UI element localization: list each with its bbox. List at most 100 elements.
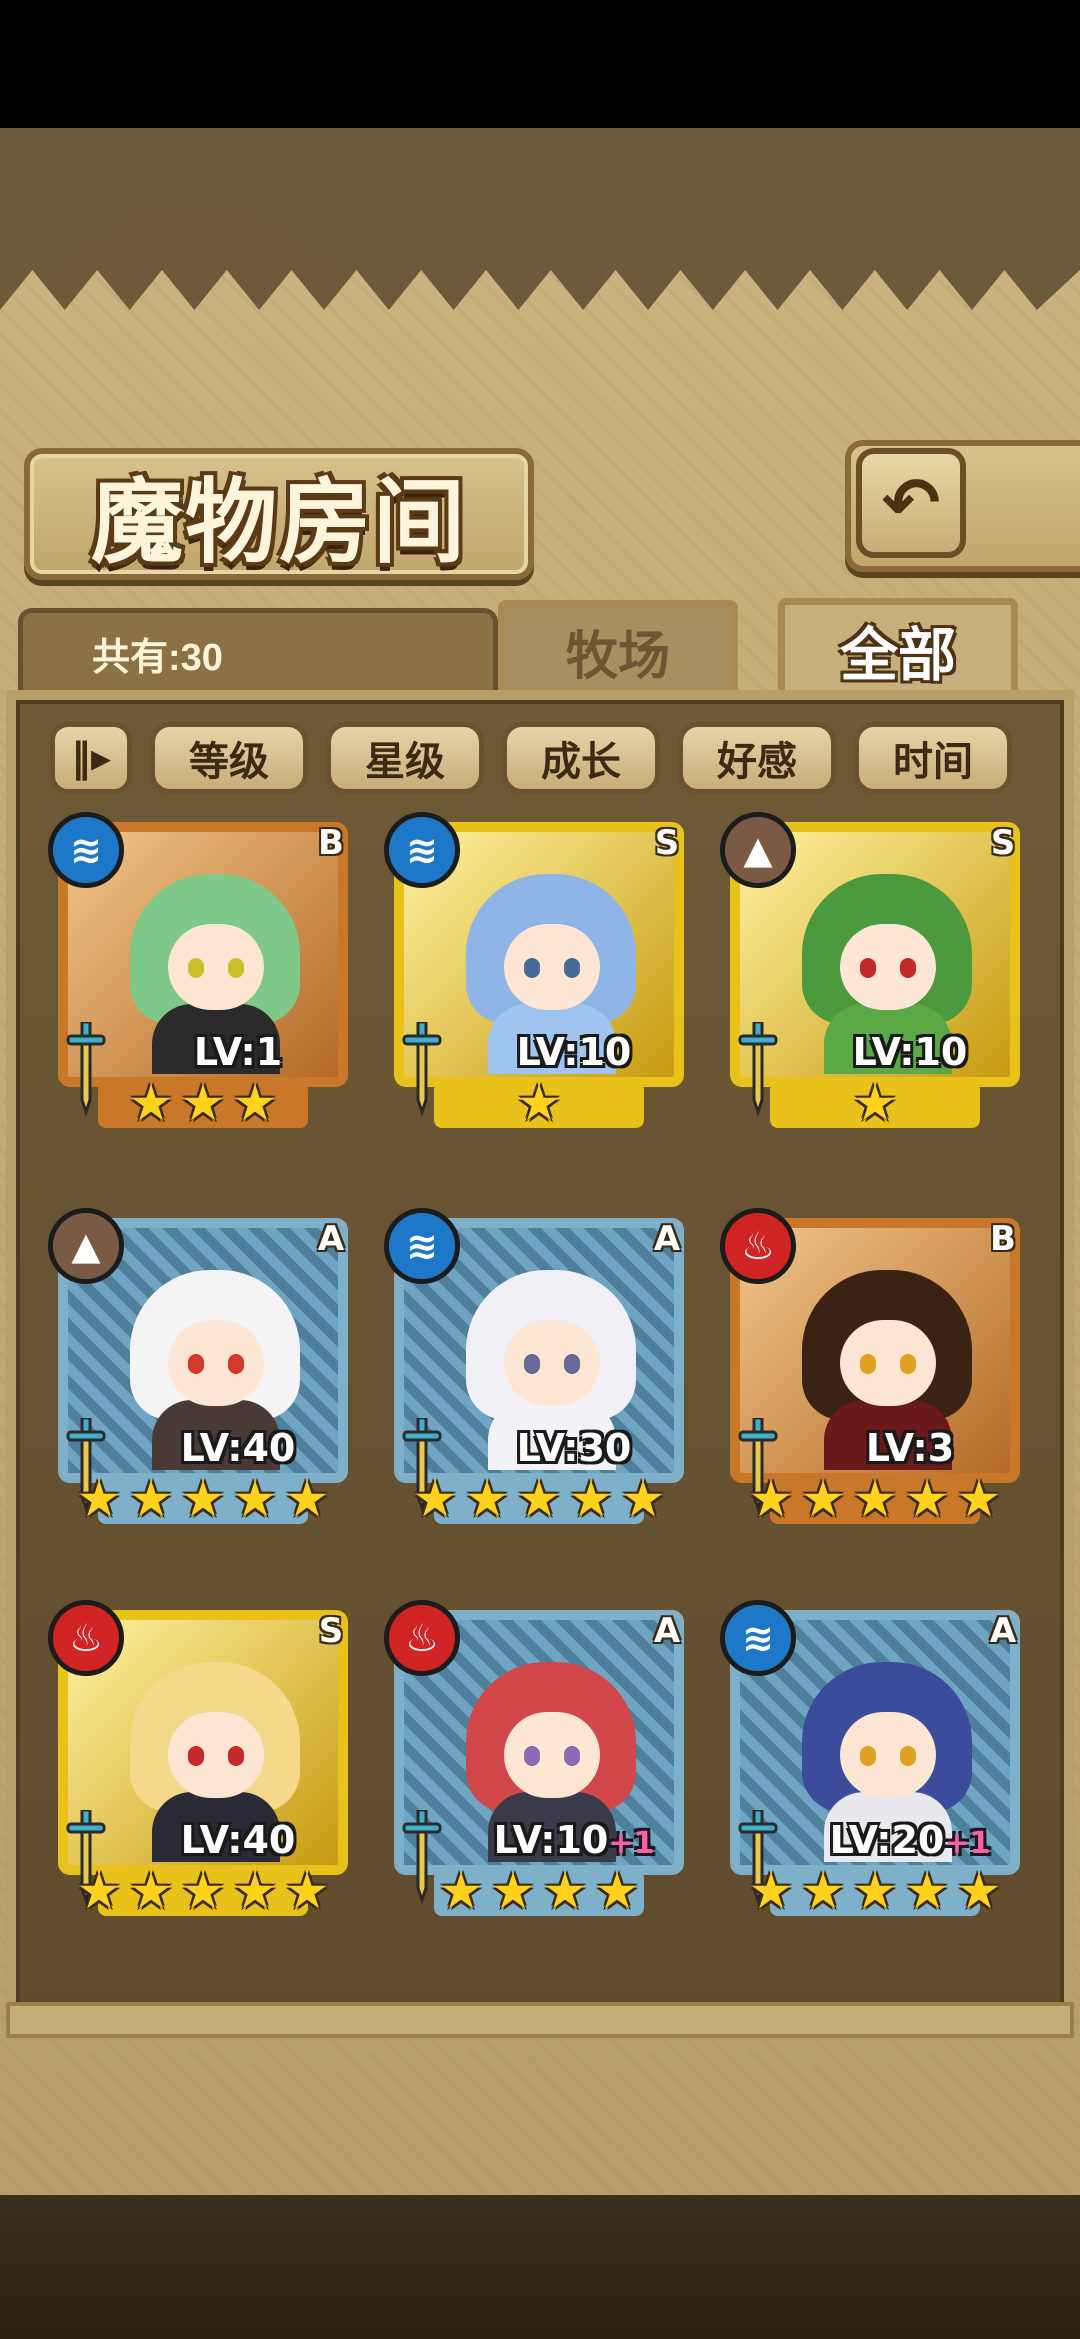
sort-affection-label: 好感 xyxy=(717,739,797,785)
portrait-face xyxy=(840,1712,936,1798)
monster-level: LV:40 xyxy=(138,1426,338,1470)
star-icon: ★ xyxy=(852,1862,898,1920)
sort-time-label: 时间 xyxy=(893,739,973,785)
star-icon: ★ xyxy=(76,1862,122,1920)
back-button[interactable]: ↶ xyxy=(856,448,966,558)
rank-badge: A xyxy=(989,1611,1017,1651)
level-bonus: +1 xyxy=(608,1826,655,1861)
monster-level: LV:10 xyxy=(474,1030,674,1074)
portrait-face xyxy=(168,1712,264,1798)
monster-level: LV:40 xyxy=(138,1818,338,1862)
star-icon: ★ xyxy=(180,1862,226,1920)
portrait-face xyxy=(168,924,264,1010)
sort-star-button[interactable]: 星级 xyxy=(326,722,484,794)
level-text: LV:40 xyxy=(180,1426,296,1470)
rank-badge: B xyxy=(990,1219,1016,1259)
star-icon: ★ xyxy=(800,1470,846,1528)
water-element-icon: ≋ xyxy=(384,812,460,888)
star-icon: ★ xyxy=(180,1074,226,1132)
star-icon: ★ xyxy=(852,1074,898,1132)
rank-badge: B xyxy=(318,823,344,863)
tab-ranch[interactable]: 牧场 xyxy=(498,600,738,696)
star-icon: ★ xyxy=(748,1470,794,1528)
star-icon: ★ xyxy=(594,1862,640,1920)
portrait-face xyxy=(840,924,936,1010)
level-text: LV:10 xyxy=(493,1818,609,1862)
fire-element-icon: ♨ xyxy=(48,1600,124,1676)
sort-affection-button[interactable]: 好感 xyxy=(678,722,836,794)
star-rating: ★ ★ ★ ★ ★ xyxy=(68,1474,338,1530)
level-text: LV:40 xyxy=(180,1818,296,1862)
tab-all[interactable]: 全部 xyxy=(778,598,1018,694)
water-element-icon: ≋ xyxy=(48,812,124,888)
star-icon: ★ xyxy=(904,1862,950,1920)
star-icon: ★ xyxy=(232,1470,278,1528)
star-icon: ★ xyxy=(904,1470,950,1528)
level-text: LV:10 xyxy=(852,1030,968,1074)
star-icon: ★ xyxy=(284,1862,330,1920)
portrait-eye xyxy=(564,958,580,978)
portrait-eye xyxy=(228,1354,244,1374)
monster-card[interactable]: ≋ S LV:10 ★ xyxy=(384,812,694,1128)
star-icon: ★ xyxy=(490,1862,536,1920)
status-bar xyxy=(0,0,1080,128)
rank-badge: A xyxy=(653,1611,681,1651)
monster-card[interactable]: ≋ A LV:30 ★ ★ ★ ★ ★ xyxy=(384,1208,694,1524)
level-text: LV:10 xyxy=(516,1030,632,1074)
monster-card[interactable]: ≋ A LV:20+1 ★ ★ ★ ★ ★ xyxy=(720,1600,1030,1916)
star-rating: ★ xyxy=(740,1078,1010,1134)
sort-order-icon: ‖▸ xyxy=(70,735,112,781)
portrait-face xyxy=(168,1320,264,1406)
star-icon: ★ xyxy=(284,1470,330,1528)
portrait-eye xyxy=(524,958,540,978)
monster-card[interactable]: ♨ B LV:3 ★ ★ ★ ★ ★ xyxy=(720,1208,1030,1524)
portrait-eye xyxy=(228,958,244,978)
monster-level: LV:30 xyxy=(474,1426,674,1470)
portrait-eye xyxy=(564,1746,580,1766)
portrait-face xyxy=(504,924,600,1010)
monster-card[interactable]: ♨ A LV:10+1 ★ ★ ★ ★ xyxy=(384,1600,694,1916)
portrait-eye xyxy=(900,958,916,978)
portrait-eye xyxy=(564,1354,580,1374)
monster-card[interactable]: ▲ A LV:40 ★ ★ ★ ★ ★ xyxy=(48,1208,358,1524)
level-text: LV:1 xyxy=(193,1030,283,1074)
list-footer xyxy=(6,2002,1074,2038)
sort-level-button[interactable]: 等级 xyxy=(150,722,308,794)
star-icon: ★ xyxy=(516,1074,562,1132)
water-element-icon: ≋ xyxy=(720,1600,796,1676)
monster-level: LV:1 xyxy=(138,1030,338,1074)
rank-badge: S xyxy=(654,823,680,863)
star-icon: ★ xyxy=(128,1074,174,1132)
sort-growth-button[interactable]: 成长 xyxy=(502,722,660,794)
star-icon: ★ xyxy=(180,1470,226,1528)
monster-card[interactable]: ≋ B LV:1 ★ ★ ★ xyxy=(48,812,358,1128)
star-icon: ★ xyxy=(542,1862,588,1920)
return-arrow-icon: ↶ xyxy=(881,462,941,544)
level-bonus: +1 xyxy=(944,1826,991,1861)
monster-card[interactable]: ♨ S LV:40 ★ ★ ★ ★ ★ xyxy=(48,1600,358,1916)
water-element-icon: ≋ xyxy=(384,1208,460,1284)
portrait-eye xyxy=(860,1354,876,1374)
fire-element-icon: ♨ xyxy=(384,1600,460,1676)
monster-level: LV:10 xyxy=(810,1030,1010,1074)
earth-element-icon: ▲ xyxy=(720,812,796,888)
title-banner: 魔物房间 xyxy=(24,448,534,580)
portrait-eye xyxy=(188,958,204,978)
monster-card[interactable]: ▲ S LV:10 ★ xyxy=(720,812,1030,1128)
star-icon: ★ xyxy=(232,1074,278,1132)
star-icon: ★ xyxy=(128,1862,174,1920)
star-icon: ★ xyxy=(620,1470,666,1528)
star-icon: ★ xyxy=(232,1862,278,1920)
monster-level: LV:20+1 xyxy=(810,1818,1010,1862)
rank-badge: A xyxy=(317,1219,345,1259)
page-title: 魔物房间 xyxy=(90,467,467,576)
portrait-face xyxy=(504,1320,600,1406)
monster-count: 共有:30 xyxy=(92,637,223,679)
sort-toggle-button[interactable]: ‖▸ xyxy=(50,722,132,794)
sort-time-button[interactable]: 时间 xyxy=(854,722,1012,794)
portrait-eye xyxy=(524,1354,540,1374)
sort-star-label: 星级 xyxy=(365,739,445,785)
star-icon: ★ xyxy=(748,1862,794,1920)
earth-element-icon: ▲ xyxy=(48,1208,124,1284)
bottom-background xyxy=(0,2195,1080,2339)
